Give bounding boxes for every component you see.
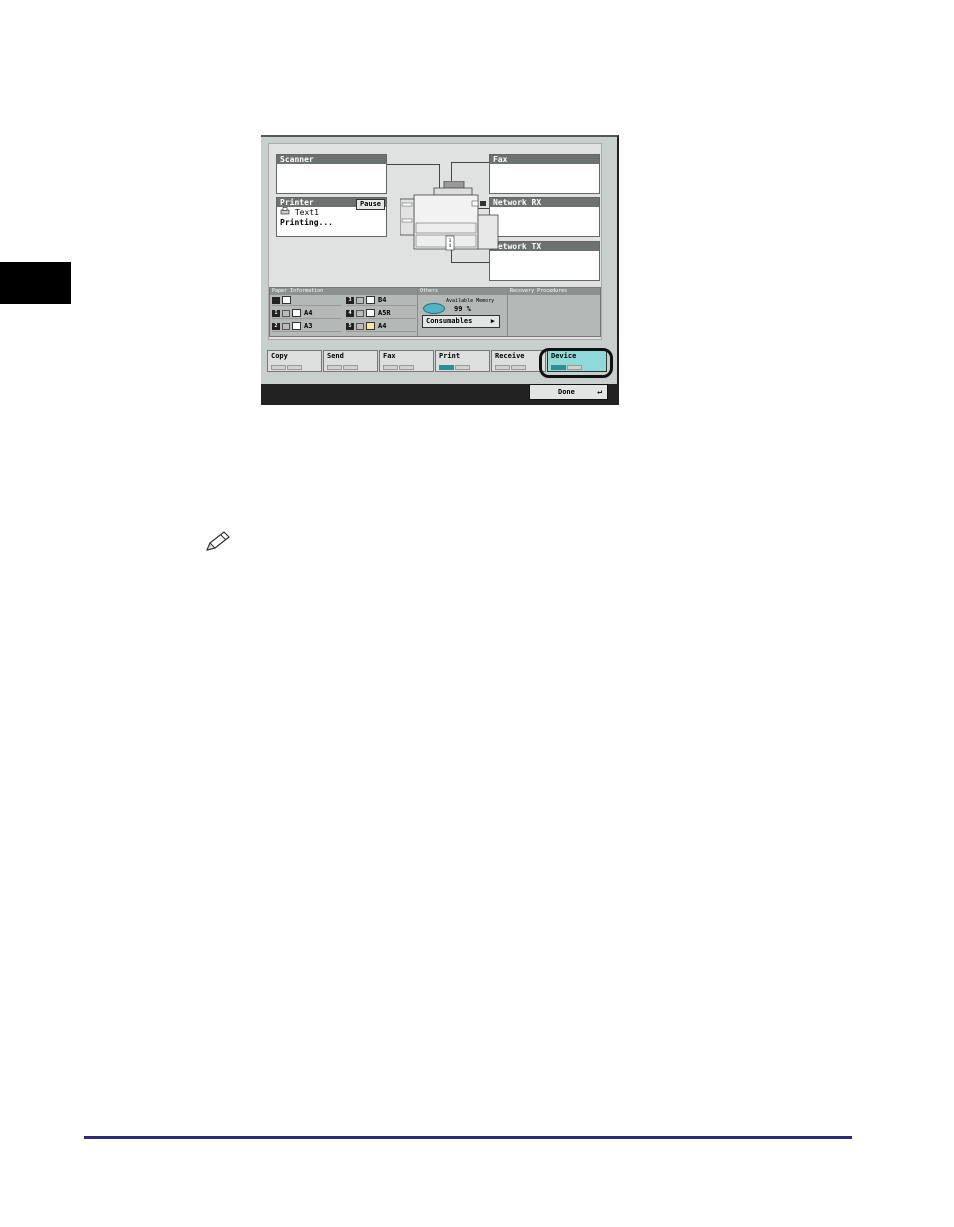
network-tx-panel: Network TX: [489, 241, 600, 281]
printer-job-icon: [280, 207, 295, 217]
tray-icon: [356, 322, 364, 330]
scanner-panel: Scanner: [276, 154, 387, 194]
tray-number: 4: [346, 309, 354, 317]
tab-copy[interactable]: Copy: [267, 350, 322, 372]
tab-indicator-active: [551, 365, 566, 370]
network-rx-panel: Network RX: [489, 197, 600, 237]
tab-indicator: [343, 365, 358, 370]
others-title: Others: [418, 288, 507, 295]
tab-device[interactable]: Device: [547, 350, 607, 372]
tab-indicator: [327, 365, 342, 370]
tab-receive-label: Receive: [495, 352, 525, 360]
available-memory-value: 99 %: [454, 305, 471, 313]
fax-panel: Fax: [489, 154, 600, 194]
print-job-name: Text1: [294, 208, 319, 217]
paper-tray-row: 5 A4: [346, 321, 416, 332]
tab-send-label: Send: [327, 352, 344, 360]
tab-indicator: [287, 365, 302, 370]
paper-tray-row: 3 B4: [346, 295, 416, 306]
paper-tray-size: A3: [304, 321, 313, 330]
connector-line: [451, 162, 489, 163]
pencil-note-icon: [206, 531, 230, 551]
tab-fax-label: Fax: [383, 352, 396, 360]
others-panel: Others Available Memory 99 % Consumables…: [418, 288, 508, 336]
tab-indicator: [495, 365, 510, 370]
bypass-tray-icon: [272, 296, 280, 304]
tab-copy-label: Copy: [271, 352, 288, 360]
copier-machine-illustration: 3 4: [400, 181, 499, 251]
pause-button[interactable]: Pause: [356, 199, 385, 210]
tray-number: 3: [346, 296, 354, 304]
return-arrow-icon: ↵: [597, 387, 602, 396]
network-rx-panel-title: Network RX: [490, 198, 599, 207]
paper-information-title: Paper Information: [270, 288, 417, 295]
paper-tray-size: A4: [304, 308, 313, 317]
tray-icon: [282, 322, 290, 330]
tab-send[interactable]: Send: [323, 350, 378, 372]
tray-number: 1: [272, 309, 280, 317]
paper-tray-row: [272, 295, 342, 306]
paper-icon: [292, 322, 301, 330]
tab-indicator: [399, 365, 414, 370]
tab-indicator: [567, 365, 582, 370]
done-label: Done: [558, 388, 575, 396]
status-monitor-screen: Scanner Printer Pause Text1 Printing... …: [261, 135, 619, 405]
tab-indicator: [383, 365, 398, 370]
footer-rule: [84, 1136, 852, 1139]
connector-line: [451, 262, 489, 263]
arrow-right-icon: ▶: [490, 317, 495, 325]
tray-number: 2: [272, 322, 280, 330]
done-button[interactable]: Done ↵: [529, 384, 608, 400]
paper-tray-size: A4: [378, 321, 387, 330]
tray-icon: [356, 309, 364, 317]
paper-icon: [366, 309, 375, 317]
scanner-panel-title: Scanner: [277, 155, 386, 164]
fax-panel-title: Fax: [490, 155, 599, 164]
tray-number: 5: [346, 322, 354, 330]
printer-panel[interactable]: Printer Pause Text1 Printing...: [276, 197, 387, 237]
chapter-tab-marker: [0, 262, 71, 304]
available-memory-label: Available Memory: [446, 298, 495, 304]
memory-disk-icon: [423, 303, 445, 314]
tray-icon: [282, 309, 290, 317]
print-job-status: Printing...: [280, 218, 333, 227]
paper-tray-row: 2 A3: [272, 321, 342, 332]
consumables-button[interactable]: Consumables ▶: [422, 315, 500, 328]
tab-print[interactable]: Print: [435, 350, 490, 372]
network-tx-panel-title: Network TX: [490, 242, 599, 251]
recovery-procedures-panel: Recovery Procedures: [508, 288, 600, 336]
paper-tray-row: 4 A5R: [346, 308, 416, 319]
tab-indicator: [271, 365, 286, 370]
paper-icon: [292, 309, 301, 317]
tray-icon: [356, 296, 364, 304]
tab-indicator-active: [439, 365, 454, 370]
tab-print-label: Print: [439, 352, 461, 360]
connector-line: [387, 164, 439, 165]
consumables-label: Consumables: [426, 317, 473, 325]
tab-fax[interactable]: Fax: [379, 350, 434, 372]
paper-icon: [282, 296, 291, 304]
paper-icon: [366, 322, 375, 330]
tab-device-label: Device: [551, 352, 577, 360]
paper-icon: [366, 296, 375, 304]
tab-receive[interactable]: Receive: [491, 350, 546, 372]
recovery-procedures-title: Recovery Procedures: [508, 288, 600, 295]
paper-tray-size: B4: [378, 295, 387, 304]
tab-indicator: [455, 365, 470, 370]
paper-tray-row: 1 A4: [272, 308, 342, 319]
status-info-section: Paper Information 3 B4 1 A4 4 A5R 2 A3 5…: [269, 287, 601, 337]
paper-tray-size: A5R: [378, 308, 391, 317]
tab-indicator: [511, 365, 526, 370]
paper-information-panel: Paper Information 3 B4 1 A4 4 A5R 2 A3 5…: [270, 288, 418, 336]
